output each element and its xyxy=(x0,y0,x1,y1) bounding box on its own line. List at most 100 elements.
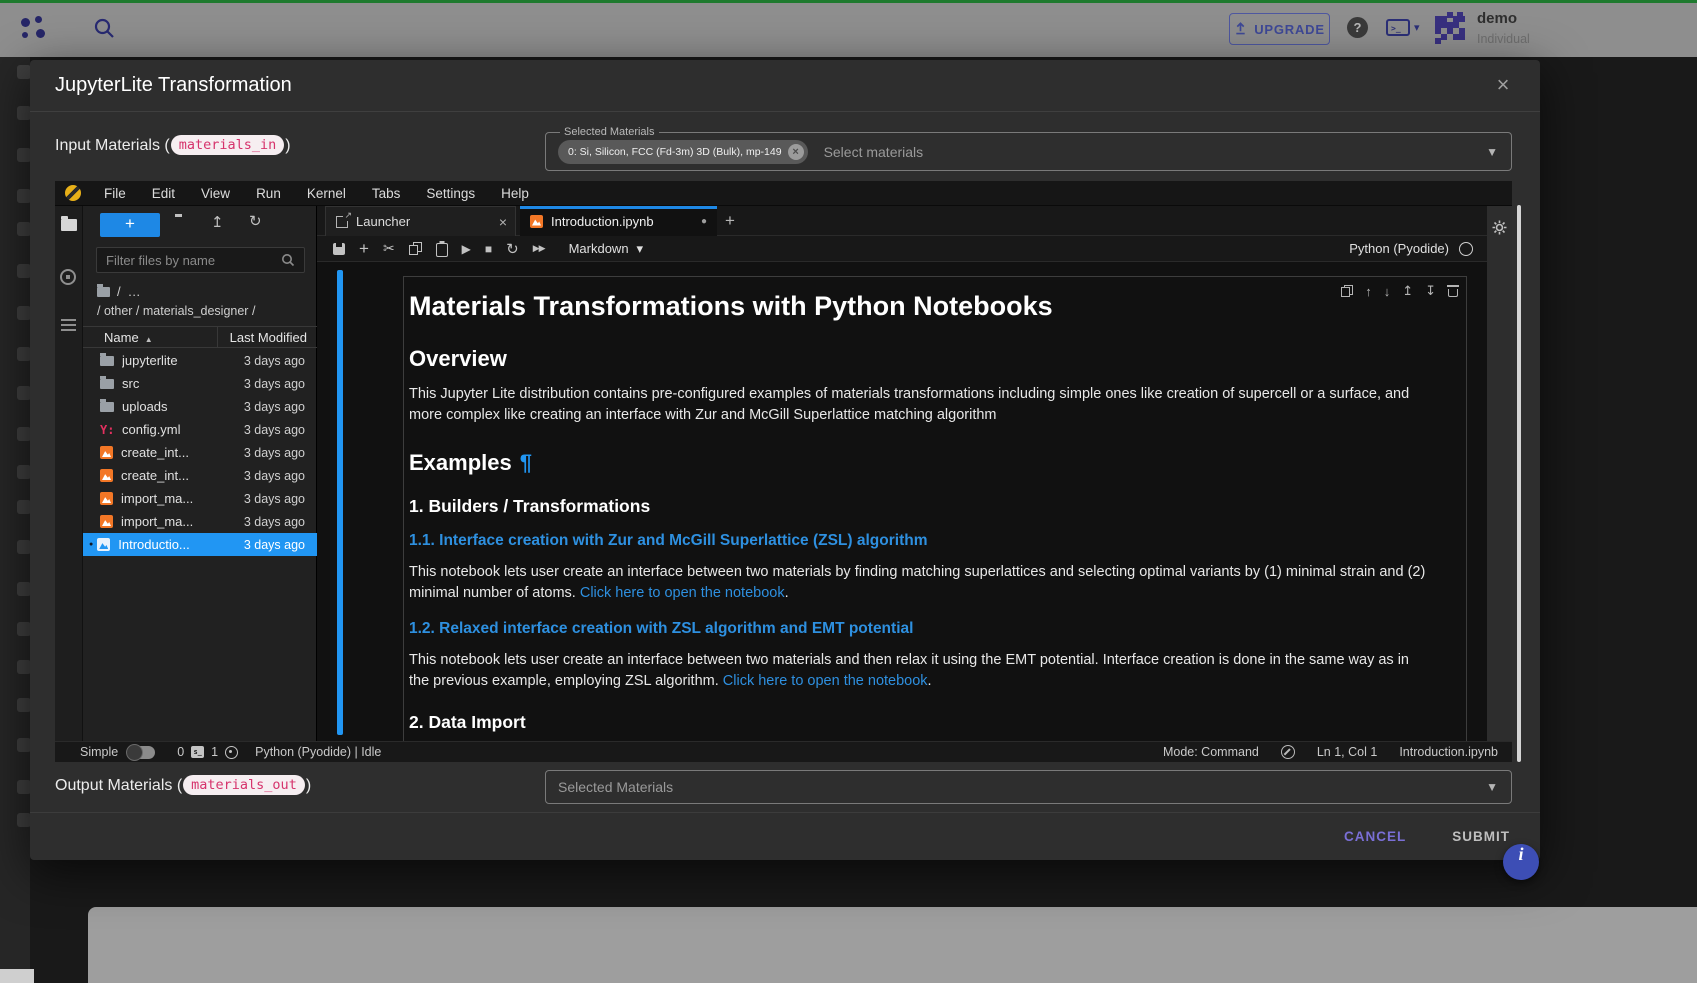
copy-cells-icon[interactable] xyxy=(409,242,422,255)
file-row-selected[interactable]: ●Introductio...3 days ago xyxy=(83,533,317,556)
menu-kernel[interactable]: Kernel xyxy=(294,186,359,201)
dropdown-caret-icon[interactable]: ▼ xyxy=(1486,145,1498,159)
move-cell-up-icon[interactable]: ↑ xyxy=(1365,284,1372,299)
cell-type-dropdown[interactable]: Markdown ▾ xyxy=(569,241,644,257)
info-button[interactable]: i xyxy=(1503,844,1539,880)
file-row[interactable]: import_ma...3 days ago xyxy=(83,487,317,510)
insert-cell-below-icon[interactable]: ↧ xyxy=(1425,283,1436,299)
new-tab-icon[interactable]: + xyxy=(725,206,735,235)
file-row[interactable]: create_int...3 days ago xyxy=(83,441,317,464)
insert-cell-above-icon[interactable]: ↥ xyxy=(1402,283,1413,299)
file-row[interactable]: src3 days ago xyxy=(83,372,317,395)
file-row[interactable]: create_int...3 days ago xyxy=(83,464,317,487)
file-browser-tab-icon[interactable] xyxy=(61,219,77,231)
modal-scrollbar[interactable] xyxy=(1517,205,1521,762)
sort-by-modified[interactable]: Last Modified xyxy=(217,327,317,347)
app-content-dimmed xyxy=(88,907,1697,983)
unsaved-indicator-icon[interactable]: ● xyxy=(701,216,707,227)
app-sidebar-icon xyxy=(17,582,31,596)
terminal-count: 0 xyxy=(177,745,184,759)
menu-file[interactable]: File xyxy=(91,186,139,201)
duplicate-cell-icon[interactable] xyxy=(1341,285,1353,297)
sort-by-name[interactable]: Name▲ xyxy=(83,330,217,345)
tab-launcher[interactable]: Launcher × xyxy=(325,206,516,236)
restart-kernel-icon[interactable]: ↻ xyxy=(506,240,519,258)
breadcrumb-path[interactable]: / other / materials_designer / xyxy=(97,304,255,318)
restart-run-all-icon[interactable]: ▶▶ xyxy=(533,243,545,254)
right-sidebar xyxy=(1487,206,1512,741)
app-sidebar-icon xyxy=(17,189,31,203)
app-sidebar-dimmed xyxy=(0,57,30,983)
filter-files-input[interactable] xyxy=(96,247,305,273)
delete-cell-icon[interactable] xyxy=(1448,285,1458,297)
gear-icon[interactable] xyxy=(1492,220,1507,240)
input-materials-label: Input Materials (materials_in) xyxy=(55,126,291,166)
material-chip[interactable]: 0: Si, Silicon, FCC (Fd-3m) 3D (Bulk), m… xyxy=(558,140,808,164)
jupyter-statusbar: Simple 0 s_ 1 Python (Pyodide) | Idle Mo… xyxy=(55,741,1512,762)
upgrade-label: UPGRADE xyxy=(1254,22,1325,37)
app-sidebar-icon xyxy=(17,660,31,674)
help-icon[interactable]: ? xyxy=(1347,17,1368,38)
run-cell-icon[interactable]: ▶ xyxy=(462,242,471,256)
app-sidebar-icon xyxy=(17,500,31,514)
breadcrumb-ellipsis[interactable]: … xyxy=(128,284,141,299)
cancel-button[interactable]: CANCEL xyxy=(1344,829,1406,844)
cursor-position[interactable]: Ln 1, Col 1 xyxy=(1317,745,1377,759)
notifications-icon[interactable] xyxy=(1281,745,1295,759)
move-cell-down-icon[interactable]: ↓ xyxy=(1384,284,1391,299)
jupyterlite-logo-icon xyxy=(65,185,81,201)
file-row[interactable]: uploads3 days ago xyxy=(83,395,317,418)
menu-help[interactable]: Help xyxy=(488,186,542,201)
upload-files-icon[interactable]: ↥ xyxy=(211,213,224,231)
menu-run[interactable]: Run xyxy=(243,186,294,201)
console-icon[interactable]: >_ xyxy=(1386,19,1410,36)
cut-cells-icon[interactable]: ✂ xyxy=(383,240,395,257)
save-icon[interactable] xyxy=(333,243,345,255)
input-materials-select[interactable]: Selected Materials 0: Si, Silicon, FCC (… xyxy=(545,132,1512,171)
kernel-selector[interactable]: Python (Pyodide) xyxy=(1349,241,1473,256)
submit-button[interactable]: SUBMIT xyxy=(1452,829,1510,844)
paste-cells-icon[interactable] xyxy=(436,243,448,257)
file-row[interactable]: Y:config.yml3 days ago xyxy=(83,418,317,441)
app-sidebar-icon xyxy=(17,738,31,752)
chip-remove-icon[interactable]: × xyxy=(788,144,804,160)
selected-cell-bar[interactable] xyxy=(337,270,343,735)
file-row[interactable]: import_ma...3 days ago xyxy=(83,510,317,533)
output-materials-label: Output Materials (materials_out) xyxy=(55,766,311,806)
menu-edit[interactable]: Edit xyxy=(139,186,188,201)
examples-heading: Examples¶ xyxy=(409,449,1430,477)
app-sidebar-icon xyxy=(17,386,31,400)
heading-anchor[interactable]: ¶ xyxy=(520,450,532,475)
simple-mode-toggle[interactable] xyxy=(128,746,155,759)
kernel-status[interactable]: Python (Pyodide) | Idle xyxy=(255,745,381,759)
close-icon[interactable]: × xyxy=(1489,72,1517,100)
menu-tabs[interactable]: Tabs xyxy=(359,186,414,201)
open-notebook-link[interactable]: Click here to open the notebook xyxy=(580,585,785,601)
running-kernels-tab-icon[interactable] xyxy=(60,269,76,285)
close-tab-icon[interactable]: × xyxy=(499,214,507,230)
menu-settings[interactable]: Settings xyxy=(413,186,488,201)
chevron-down-icon: ▾ xyxy=(1414,21,1420,34)
new-launcher-button[interactable]: + xyxy=(100,213,160,237)
dropdown-caret-icon[interactable]: ▼ xyxy=(1486,780,1498,794)
add-cell-icon[interactable]: + xyxy=(359,239,369,259)
upgrade-button[interactable]: UPGRADE xyxy=(1229,13,1330,45)
open-notebook-link[interactable]: Click here to open the notebook xyxy=(723,673,928,689)
tab-introduction-notebook[interactable]: Introduction.ipynb ● xyxy=(520,206,717,236)
app-logo-icon[interactable] xyxy=(18,14,46,42)
menu-view[interactable]: View xyxy=(188,186,243,201)
select-materials-placeholder: Select materials xyxy=(824,144,924,160)
notebook-icon xyxy=(530,215,543,228)
app-sidebar-icon xyxy=(17,347,31,361)
search-icon[interactable] xyxy=(93,17,116,45)
markdown-cell[interactable]: ↑ ↓ ↥ ↧ Materials Transformations with P… xyxy=(403,276,1467,741)
home-folder-icon[interactable] xyxy=(97,287,110,297)
file-row[interactable]: jupyterlite3 days ago xyxy=(83,349,317,372)
refresh-icon[interactable]: ↻ xyxy=(249,212,262,230)
output-materials-select[interactable]: Selected Materials ▼ xyxy=(545,770,1512,804)
jupyterlite-frame: File Edit View Run Kernel Tabs Settings … xyxy=(55,181,1512,762)
jupyter-menubar: File Edit View Run Kernel Tabs Settings … xyxy=(55,181,1512,206)
avatar[interactable] xyxy=(1431,10,1469,50)
stop-kernel-icon[interactable]: ■ xyxy=(485,242,492,256)
table-of-contents-tab-icon[interactable] xyxy=(61,319,76,331)
